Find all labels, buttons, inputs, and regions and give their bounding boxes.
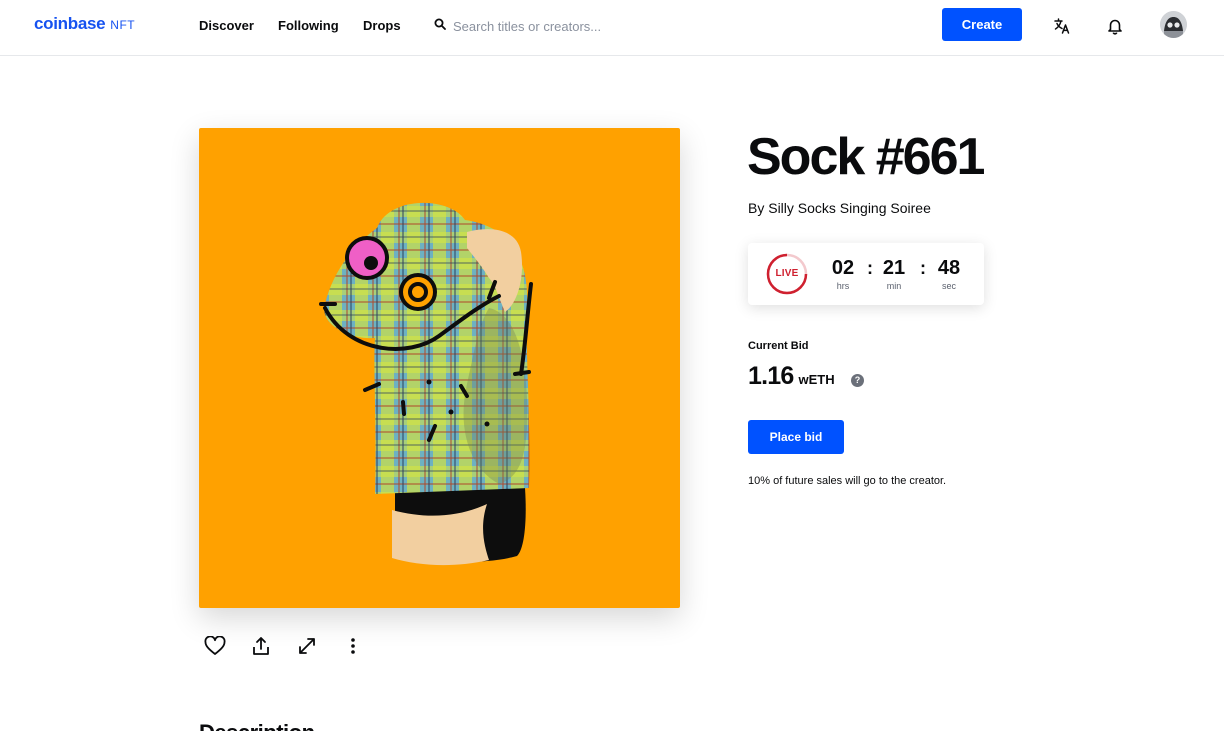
nav-drops[interactable]: Drops (363, 18, 401, 33)
logo-suffix: NFT (110, 18, 136, 32)
timer-minutes: 21 min (879, 257, 909, 291)
auction-countdown: LIVE 02 hrs : 21 min : 48 sec (748, 243, 984, 305)
more-vertical-icon[interactable] (341, 634, 365, 658)
search-input[interactable] (453, 18, 713, 34)
logo-wordmark: coinbase (34, 14, 106, 33)
minutes-label: min (886, 281, 902, 291)
timer-hours: 02 hrs (828, 257, 858, 291)
artwork-actions (203, 634, 365, 658)
place-bid-button[interactable]: Place bid (748, 420, 844, 454)
current-bid-label: Current Bid (748, 340, 809, 352)
current-bid: 1.16 wETH (748, 362, 835, 391)
creator-name[interactable]: By Silly Socks Singing Soiree (748, 200, 931, 216)
search-icon (434, 17, 446, 35)
coinbase-nft-logo[interactable]: coinbase NFT (34, 14, 135, 34)
timer-separator: : (920, 258, 926, 278)
nav-following[interactable]: Following (278, 18, 339, 33)
help-icon[interactable]: ? (851, 374, 864, 387)
hours-value: 02 (831, 257, 855, 279)
royalty-note: 10% of future sales will go to the creat… (748, 475, 947, 487)
seconds-label: sec (941, 281, 956, 291)
heart-icon[interactable] (203, 634, 227, 658)
nft-title: Sock #661 (747, 128, 985, 186)
search-box[interactable] (434, 14, 734, 38)
timer-seconds: 48 sec (934, 257, 964, 291)
language-icon[interactable] (1050, 14, 1074, 38)
sock-illustration (319, 202, 533, 566)
description-heading: Description (199, 720, 315, 731)
minutes-value: 21 (882, 257, 906, 279)
top-navigation-bar: coinbase NFT Discover Following Drops Cr… (0, 0, 1224, 56)
share-icon[interactable] (249, 634, 273, 658)
bell-icon[interactable] (1103, 14, 1127, 38)
seconds-value: 48 (937, 257, 961, 279)
create-button[interactable]: Create (942, 8, 1022, 41)
nft-artwork[interactable] (199, 128, 680, 608)
expand-icon[interactable] (295, 634, 319, 658)
nav-discover[interactable]: Discover (199, 18, 254, 33)
live-badge: LIVE (775, 268, 799, 279)
bid-currency: wETH (798, 372, 835, 387)
hours-label: hrs (836, 281, 850, 291)
timer-separator: : (867, 258, 873, 278)
bid-value: 1.16 (748, 362, 794, 390)
avatar[interactable] (1160, 11, 1187, 38)
